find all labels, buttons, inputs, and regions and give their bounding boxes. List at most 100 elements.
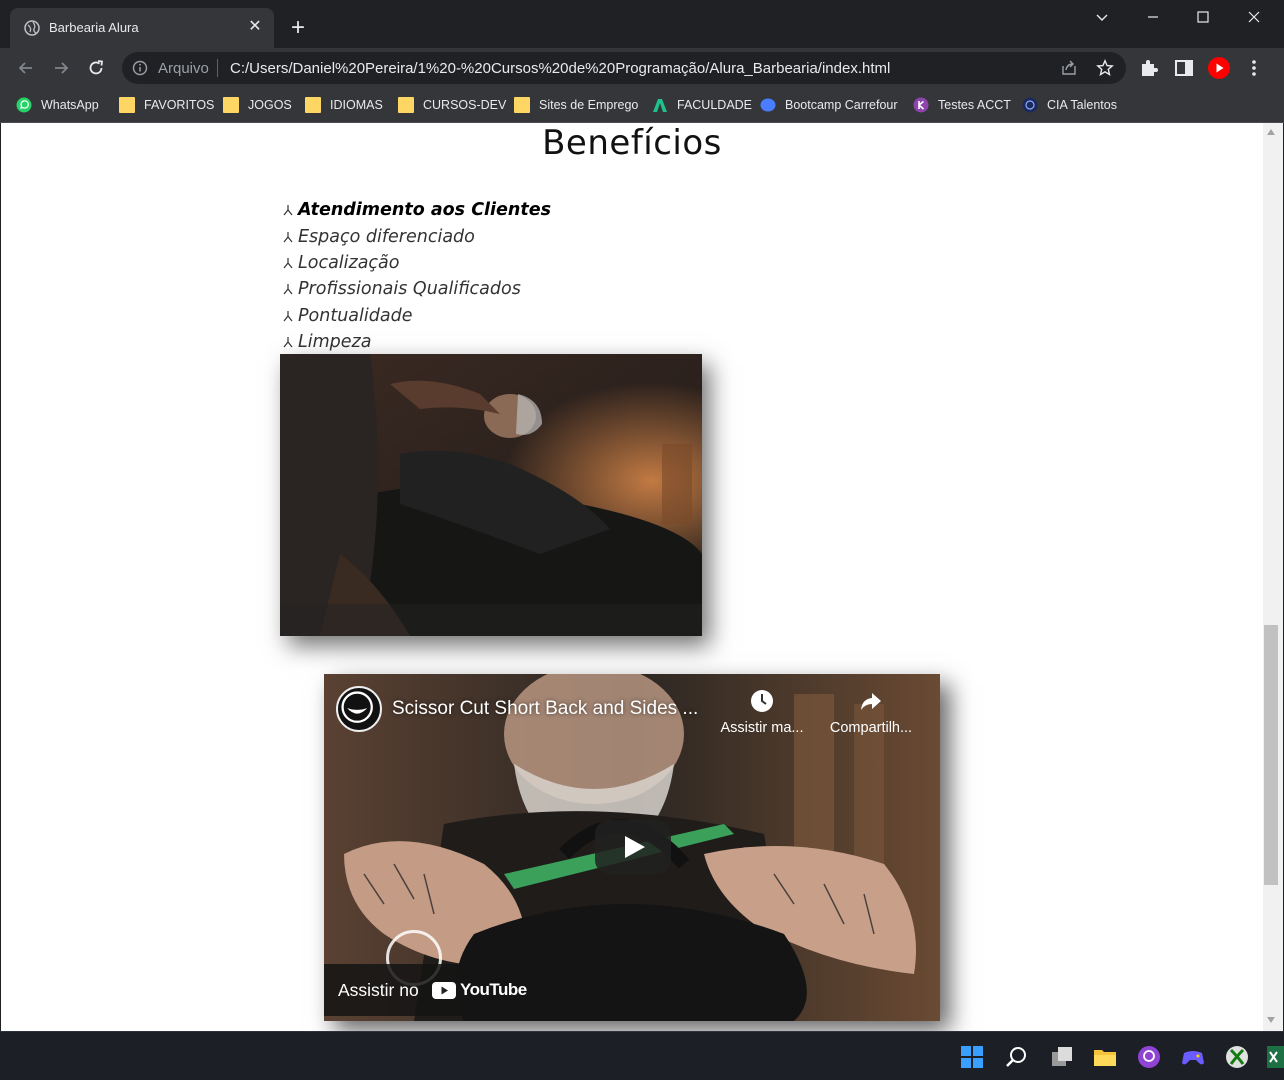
scroll-down-arrow-icon[interactable] bbox=[1267, 1017, 1275, 1023]
game-controller-icon[interactable] bbox=[1180, 1044, 1206, 1070]
list-item: Limpeza bbox=[282, 329, 551, 355]
folder-icon bbox=[305, 97, 321, 113]
page-viewport: Benefícios Atendimento aos Clientes Espa… bbox=[1, 123, 1263, 1031]
bootcamp-icon bbox=[760, 98, 776, 112]
share-button[interactable]: Compartilh... bbox=[821, 688, 921, 736]
youtube-extension-icon[interactable] bbox=[1208, 57, 1230, 79]
watch-later-label: Assistir ma... bbox=[720, 720, 804, 736]
bookmark-jogos[interactable]: JOGOS bbox=[223, 95, 292, 115]
watch-on-youtube-button[interactable]: Assistir no YouTube bbox=[324, 964, 527, 1016]
youtube-wordmark: YouTube bbox=[460, 980, 527, 999]
share-icon[interactable] bbox=[1060, 59, 1078, 77]
bookmark-cursos-dev[interactable]: CURSOS-DEV bbox=[398, 95, 506, 115]
tab-strip: Barbearia Alura ✕ + bbox=[0, 0, 1284, 48]
bookmark-label: CURSOS-DEV bbox=[423, 98, 507, 112]
play-button-icon[interactable] bbox=[595, 820, 671, 874]
excel-icon[interactable] bbox=[1267, 1044, 1284, 1070]
scissors-bullet-icon bbox=[283, 337, 293, 348]
youtube-embed[interactable]: Scissor Cut Short Back and Sides ... Ass… bbox=[324, 674, 940, 1021]
minimize-icon[interactable] bbox=[1142, 6, 1164, 28]
windows-start-icon[interactable] bbox=[959, 1044, 985, 1070]
benefit-label: Espaço diferenciado bbox=[298, 226, 475, 247]
task-view-icon[interactable] bbox=[1049, 1044, 1075, 1070]
list-item: Profissionais Qualificados bbox=[282, 276, 551, 302]
folder-icon bbox=[398, 97, 414, 113]
scrollbar-thumb[interactable] bbox=[1264, 625, 1278, 885]
channel-avatar[interactable] bbox=[336, 686, 382, 732]
benefit-label: Profissionais Qualificados bbox=[298, 279, 521, 300]
benefit-label: Atendimento aos Clientes bbox=[298, 200, 552, 221]
watch-on-label: Assistir no bbox=[338, 980, 419, 1000]
benefits-list: Atendimento aos Clientes Espaço diferenc… bbox=[282, 197, 551, 355]
list-item: Localização bbox=[282, 250, 551, 276]
bookmark-bootcamp-carrefour[interactable]: Bootcamp Carrefour bbox=[760, 95, 898, 115]
bookmarks-bar: WhatsApp FAVORITOS JOGOS IDIOMAS CURSOS-… bbox=[0, 88, 1284, 123]
bookmark-label: WhatsApp bbox=[41, 98, 99, 112]
bookmark-favoritos[interactable]: FAVORITOS bbox=[119, 95, 214, 115]
back-arrow-icon[interactable] bbox=[14, 56, 38, 80]
forward-arrow-icon[interactable] bbox=[49, 56, 73, 80]
testes-icon bbox=[913, 97, 929, 113]
bookmark-label: Testes ACCT bbox=[938, 98, 1011, 112]
address-bar[interactable]: Arquivo C:/Users/Daniel%20Pereira/1%20-%… bbox=[122, 52, 1126, 84]
side-panel-icon[interactable] bbox=[1173, 57, 1195, 79]
bookmark-idiomas[interactable]: IDIOMAS bbox=[305, 95, 383, 115]
reload-icon[interactable] bbox=[84, 56, 108, 80]
info-icon[interactable] bbox=[132, 60, 148, 76]
watch-later-button[interactable]: Assistir ma... bbox=[712, 688, 812, 736]
folder-icon bbox=[119, 97, 135, 113]
xbox-icon[interactable] bbox=[1224, 1044, 1250, 1070]
scissors-bullet-icon bbox=[283, 257, 293, 269]
clock-icon bbox=[751, 690, 773, 712]
bookmark-label: FACULDADE bbox=[677, 98, 753, 112]
bookmark-sites-de-emprego[interactable]: Sites de Emprego bbox=[514, 95, 638, 115]
list-item: Espaço diferenciado bbox=[282, 223, 551, 249]
github-icon[interactable] bbox=[1136, 1044, 1162, 1070]
bookmark-label: FAVORITOS bbox=[144, 98, 215, 112]
browser-tab[interactable]: Barbearia Alura ✕ bbox=[10, 8, 274, 48]
bookmark-label: Bootcamp Carrefour bbox=[785, 98, 898, 112]
browser-toolbar: Arquivo C:/Users/Daniel%20Pereira/1%20-%… bbox=[0, 48, 1284, 88]
cia-icon bbox=[1022, 97, 1038, 113]
video-title[interactable]: Scissor Cut Short Back and Sides ... bbox=[392, 698, 698, 720]
folder-icon bbox=[223, 97, 239, 113]
benefit-label: Limpeza bbox=[298, 332, 372, 353]
youtube-logo: YouTube bbox=[432, 978, 527, 1002]
bookmark-cia-talentos[interactable]: CIA Talentos bbox=[1022, 95, 1117, 115]
benefit-label: Pontualidade bbox=[298, 305, 413, 326]
plus-icon[interactable]: + bbox=[286, 16, 310, 40]
close-icon[interactable]: ✕ bbox=[246, 18, 264, 36]
maximize-icon[interactable] bbox=[1192, 6, 1214, 28]
close-window-icon[interactable] bbox=[1243, 6, 1265, 28]
scissors-bullet-icon bbox=[283, 310, 293, 322]
page-scrollbar[interactable] bbox=[1263, 123, 1283, 1031]
file-explorer-icon[interactable] bbox=[1092, 1044, 1118, 1070]
scroll-up-arrow-icon[interactable] bbox=[1267, 129, 1275, 135]
bookmark-faculdade[interactable]: FACULDADE bbox=[652, 95, 752, 115]
youtube-play-icon bbox=[432, 981, 456, 999]
scissors-bullet-icon bbox=[283, 284, 293, 295]
windows-taskbar bbox=[0, 1031, 1284, 1080]
scissors-bullet-icon bbox=[283, 231, 293, 242]
kebab-menu-icon[interactable] bbox=[1243, 57, 1265, 79]
chevron-down-icon[interactable] bbox=[1091, 6, 1113, 28]
address-divider bbox=[217, 59, 218, 77]
bookmark-label: CIA Talentos bbox=[1047, 98, 1117, 112]
star-icon[interactable] bbox=[1096, 59, 1114, 77]
benefit-label: Localização bbox=[298, 252, 400, 273]
search-icon[interactable] bbox=[1004, 1044, 1030, 1070]
bookmark-label: JOGOS bbox=[248, 98, 292, 112]
tab-title: Barbearia Alura bbox=[49, 20, 139, 35]
address-url[interactable]: C:/Users/Daniel%20Pereira/1%20-%20Cursos… bbox=[230, 60, 890, 77]
list-item: Atendimento aos Clientes bbox=[282, 197, 551, 223]
page-title: Benefícios bbox=[542, 123, 722, 163]
whatsapp-icon bbox=[16, 97, 32, 113]
globe-icon bbox=[24, 20, 40, 36]
bookmark-testes-acct[interactable]: Testes ACCT bbox=[913, 95, 1011, 115]
bookmark-whatsapp[interactable]: WhatsApp bbox=[16, 95, 99, 115]
list-item: Pontualidade bbox=[282, 303, 551, 329]
scissors-bullet-icon bbox=[283, 205, 293, 216]
address-scheme-label: Arquivo bbox=[158, 60, 209, 77]
extensions-puzzle-icon[interactable] bbox=[1138, 57, 1160, 79]
folder-icon bbox=[514, 97, 530, 113]
